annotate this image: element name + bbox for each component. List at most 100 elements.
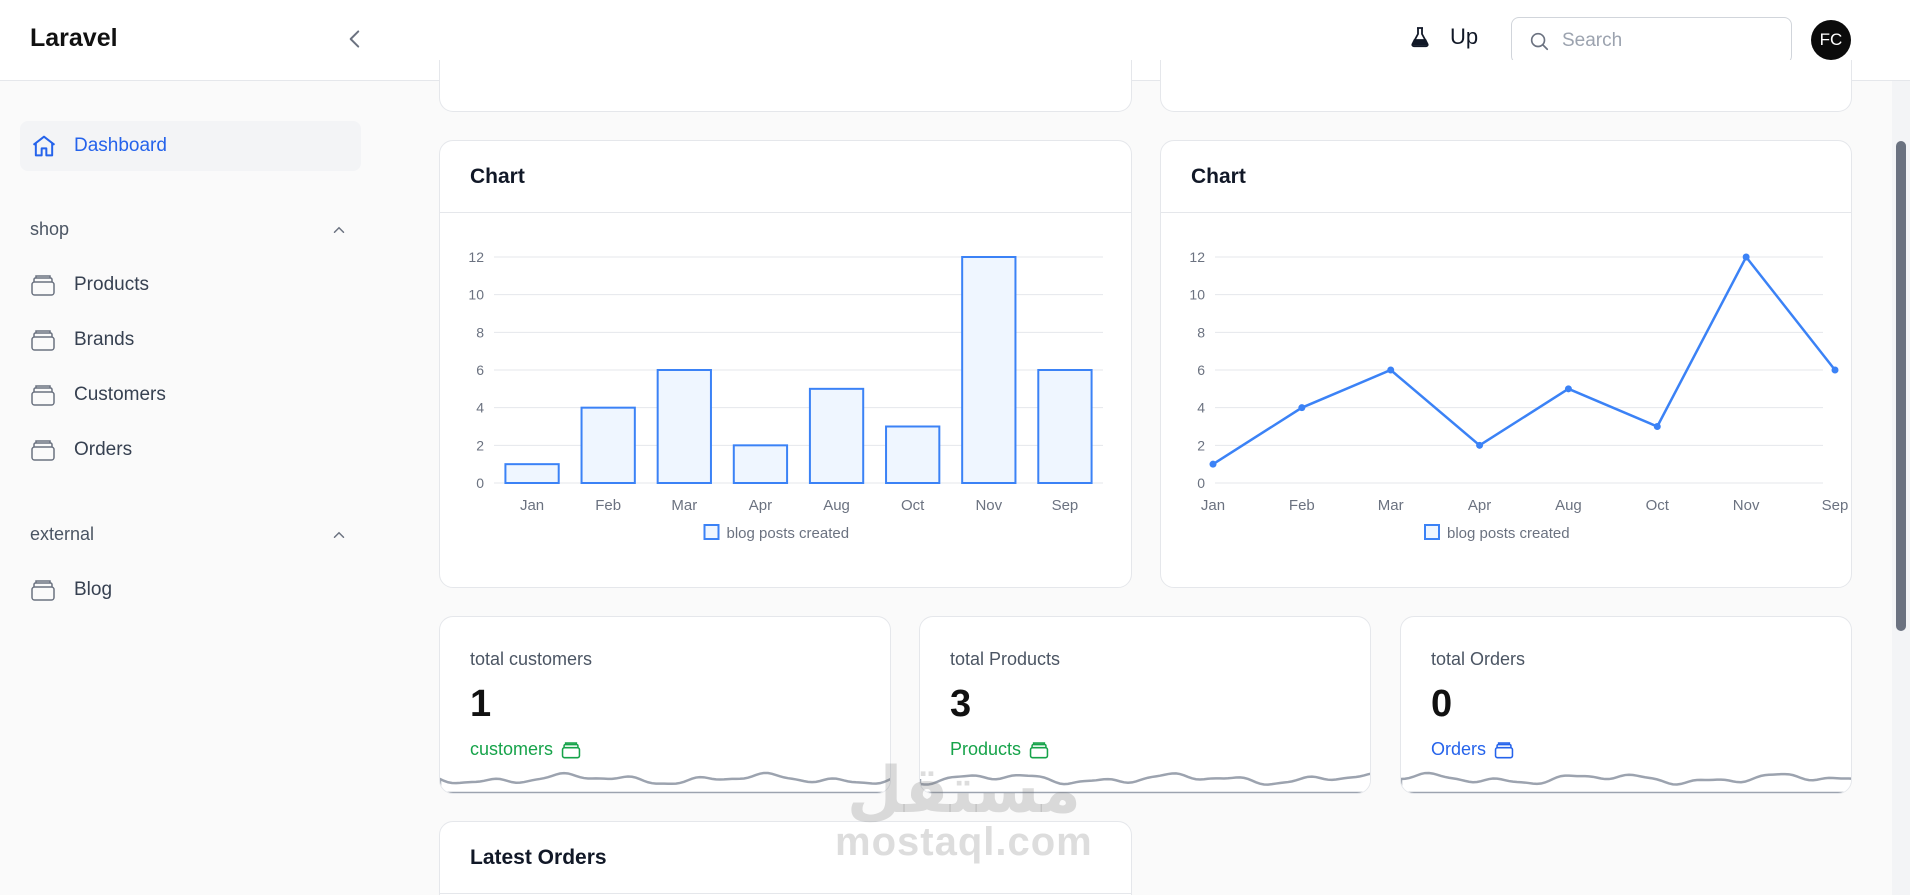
scrollbar-thumb[interactable] [1896,141,1906,631]
chevron-up-icon[interactable] [330,221,348,239]
sidebar: Dashboard shop Products Brands Customers… [0,81,370,895]
collection-icon [31,275,55,296]
stat-link-label: Orders [1431,739,1487,759]
sidebar-item-dashboard[interactable]: Dashboard [20,121,361,171]
stat-label: total Orders [1431,649,1526,669]
data-point [1653,423,1661,430]
stat-label: total customers [470,649,593,669]
y-tick-label: 8 [476,324,484,340]
brand-logo[interactable]: Laravel [30,24,118,53]
chart-title: Chart [1161,141,1851,213]
sidebar-item-brands[interactable]: Brands [30,328,134,352]
x-tick-label: Oct [901,497,925,514]
chart-title: Chart [440,141,1131,213]
x-tick-label: Apr [1468,497,1491,514]
x-tick-label: Sep [1822,497,1849,514]
legend-swatch [703,524,720,540]
environment-label: Up [1450,24,1479,49]
stat-label: total Products [950,649,1061,669]
x-tick-label: Mar [1378,497,1404,514]
stat-card-orders: total Orders 0 Orders [1400,616,1852,794]
search-icon [1530,32,1549,50]
sidebar-item-blog[interactable]: Blog [30,578,112,602]
widget-card-partial [1160,60,1852,112]
x-tick-label: Apr [749,497,772,514]
bar-chart: 0 2 4 6 8 10 12 Jan Feb Mar Apr Aug Oct Nov Sep blog po… [468,249,1103,542]
x-tick-label: Feb [595,497,621,514]
sidebar-item-label: Blog [74,579,113,600]
legend-label: blog posts created [1447,525,1570,542]
stat-link-orders[interactable]: Orders [1431,739,1514,760]
environment-indicator[interactable]: Up [1408,24,1478,50]
sidebar-item-customers[interactable]: Customers [30,383,166,407]
collection-icon [31,580,55,601]
series-line [1212,254,1836,466]
bar [504,463,560,485]
x-tick-label: Nov [975,497,1002,514]
stat-value: 1 [470,683,492,725]
sidebar-item-label: Orders [74,439,133,460]
x-tick-label: Aug [823,497,850,514]
stat-link-label: customers [470,739,554,759]
x-tick-label: Oct [1646,497,1670,514]
data-point [1298,404,1306,412]
sidebar-group-shop[interactable]: shop [30,219,69,240]
home-icon [32,135,56,157]
search-input[interactable] [1562,29,1762,52]
sidebar-item-label: Products [74,274,149,295]
bar [885,425,941,484]
chevron-up-icon[interactable] [330,526,348,544]
data-point [1387,366,1395,374]
y-tick-label: 4 [476,400,484,416]
bar-chart-card: Chart 0 2 4 6 8 10 12 Jan Feb Mar Apr Aug Oct Nov Sep b… [439,140,1132,588]
bar [808,387,865,484]
y-tick-label: 0 [1197,475,1205,491]
y-tick-label: 0 [476,475,484,491]
y-tick-label: 8 [1197,324,1205,340]
y-tick-label: 6 [476,362,484,378]
bar [580,406,636,485]
collection-icon [1494,741,1514,758]
page-scrollbar[interactable] [1892,81,1910,895]
y-tick-label: 4 [1197,400,1205,416]
legend-label: blog posts created [727,525,850,542]
bar [1037,369,1093,484]
y-tick-label: 12 [468,249,484,265]
x-tick-label: Jan [520,497,544,514]
x-tick-label: Nov [1733,497,1760,514]
y-tick-label: 10 [468,287,484,303]
collection-icon [31,385,55,406]
wave-decoration [440,771,890,793]
line-chart: 0 2 4 6 8 10 12 Jan Feb Mar Apr Aug Oct Nov Sep blog po… [1189,249,1849,542]
data-point [1742,253,1750,261]
watermark-arabic: مستقل [846,754,1081,826]
x-tick-label: Sep [1052,497,1079,514]
x-tick-label: Mar [671,497,697,514]
x-tick-label: Aug [1555,497,1582,514]
y-tick-label: 2 [1197,437,1205,453]
sidebar-item-products[interactable]: Products [30,273,149,297]
sidebar-item-orders[interactable]: Orders [30,438,132,462]
data-point [1831,366,1839,374]
y-tick-label: 2 [476,437,484,453]
sidebar-item-label: Customers [74,384,166,405]
y-tick-label: 10 [1189,287,1205,303]
x-tick-label: Jan [1201,497,1225,514]
sidebar-group-external[interactable]: external [30,524,94,545]
data-point [1476,441,1484,449]
search-box[interactable] [1511,17,1792,64]
collection-icon [31,440,55,461]
stat-value: 3 [950,683,972,725]
x-tick-label: Feb [1289,497,1315,514]
user-avatar[interactable]: FC [1811,20,1851,60]
chevron-left-icon[interactable] [342,26,368,52]
sidebar-item-label: Dashboard [74,135,167,156]
stat-link-customers[interactable]: customers [470,739,581,760]
line-chart-card: Chart 0 2 4 6 8 10 12 Jan Feb Mar Apr Aug Oct Nov Sep b… [1160,140,1852,588]
stat-value: 0 [1431,683,1453,725]
bar [961,256,1017,484]
watermark-latin: mostaql.com [835,820,1093,864]
bar [732,444,789,484]
wave-decoration [1401,771,1851,793]
sidebar-item-label: Brands [74,329,135,350]
